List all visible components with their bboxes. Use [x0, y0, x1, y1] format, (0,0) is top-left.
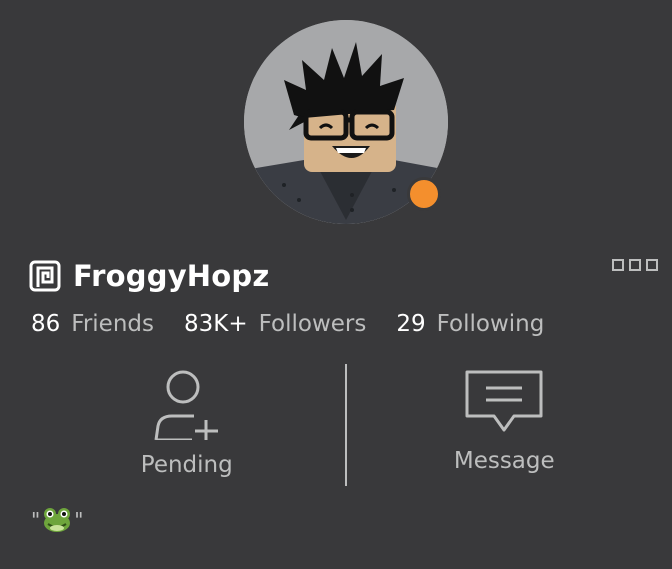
following-label: Following — [436, 311, 545, 337]
friends-count: 86 — [31, 311, 61, 337]
frog-emoji-icon — [44, 508, 71, 532]
pending-label: Pending — [140, 452, 233, 478]
message-label: Message — [453, 448, 555, 474]
profile-page: FroggyHopz 86 Friends 83K+ Followers 29 … — [0, 0, 672, 569]
online-status-indicator — [407, 177, 441, 211]
bio-close-quote: " — [74, 508, 84, 532]
profile-actions: Pending Message — [29, 364, 662, 486]
message-button[interactable]: Message — [347, 364, 663, 486]
followers-label: Followers — [258, 311, 367, 337]
add-friend-pending-icon — [154, 370, 218, 440]
followers-stat[interactable]: 83K+ Followers — [184, 311, 366, 337]
display-name: FroggyHopz — [73, 259, 270, 293]
more-options-icon[interactable] — [612, 257, 664, 273]
friends-stat[interactable]: 86 Friends — [31, 311, 154, 337]
following-count: 29 — [396, 311, 426, 337]
more-options-dot — [629, 259, 641, 271]
more-options-dot — [646, 259, 658, 271]
following-stat[interactable]: 29 Following — [396, 311, 544, 337]
more-options-dot — [612, 259, 624, 271]
social-stats: 86 Friends 83K+ Followers 29 Following — [31, 311, 544, 337]
pending-button[interactable]: Pending — [29, 364, 345, 486]
avatar[interactable] — [244, 20, 448, 224]
profile-bio: " " — [31, 507, 83, 533]
premium-badge-icon — [29, 260, 61, 292]
profile-name-row: FroggyHopz — [29, 258, 269, 294]
followers-count: 83K+ — [184, 311, 248, 337]
message-icon — [465, 370, 543, 432]
friends-label: Friends — [71, 311, 154, 337]
bio-open-quote: " — [31, 508, 41, 532]
